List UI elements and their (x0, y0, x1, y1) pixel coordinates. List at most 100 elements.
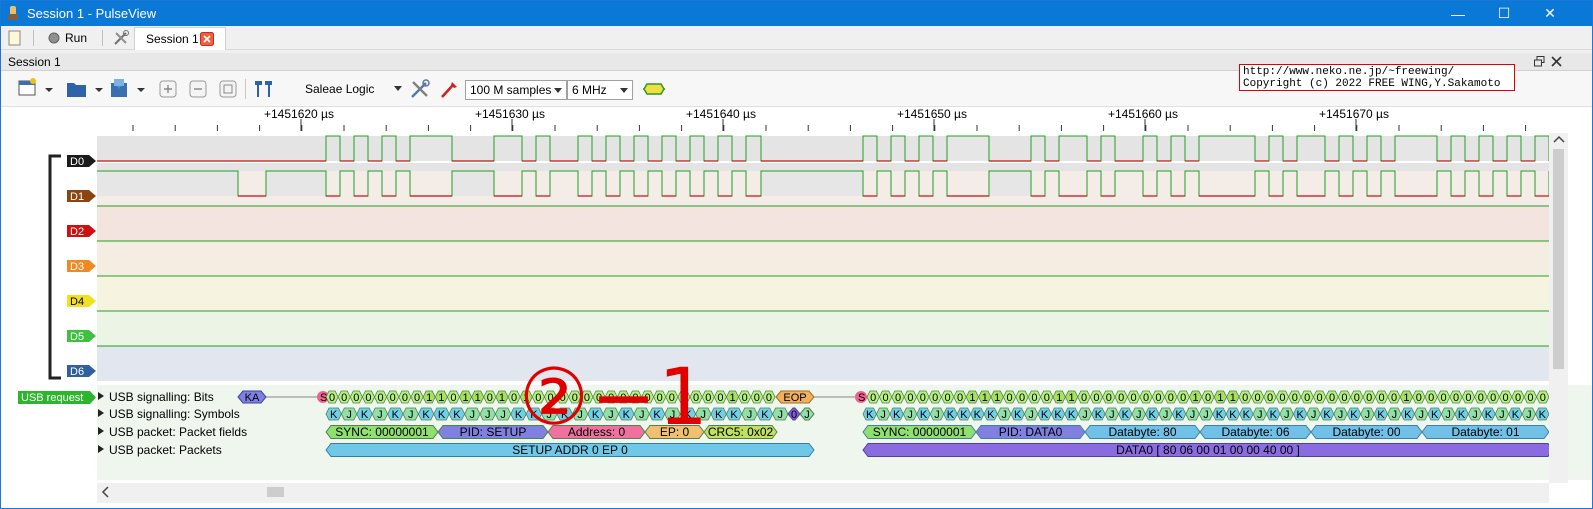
bit-cell-text: 0 (341, 392, 347, 404)
settings-tools-button[interactable] (112, 28, 130, 48)
symbol-cell-text: K (1041, 409, 1049, 421)
symbol-cell-text: K (920, 409, 928, 421)
high-fill (761, 171, 863, 196)
channel-label-text: D6 (70, 366, 84, 378)
symbol-cell-text: J (880, 409, 886, 421)
sample-count-select[interactable]: 100 M samples (465, 80, 567, 100)
symbol-cell-text: J (907, 409, 913, 421)
add-decoder-button[interactable] (641, 77, 667, 101)
bit-cell-text: 0 (1044, 392, 1050, 404)
symbol-cell-text: J (1284, 409, 1290, 421)
zoom-fit-button[interactable] (217, 77, 239, 101)
packet-field-text: Databyte: 00 (1332, 425, 1400, 439)
bit-cell-text: 1 (994, 392, 1000, 404)
title-bar: Session 1 - PulseView — ☐ ✕ (1, 1, 1592, 26)
channel-band (97, 206, 1549, 241)
zoom-in-icon (159, 80, 177, 98)
bit-cell-text: 0 (717, 392, 723, 404)
run-button[interactable]: Run (47, 28, 87, 48)
save-file-button[interactable] (105, 77, 147, 101)
symbol-cell-text: K (422, 409, 430, 421)
symbol-cell-text: K (361, 409, 369, 421)
channel-band (97, 311, 1549, 346)
bit-cell-text: 0 (1515, 392, 1521, 404)
device-config-button[interactable] (407, 77, 433, 101)
annotation-label: ②−1 (519, 353, 710, 443)
packet-field-text: Databyte: 06 (1221, 425, 1289, 439)
channel-label-d3[interactable]: D3 (67, 260, 96, 273)
packet-field-text: SYNC: 00000001 (335, 425, 429, 439)
device-selector[interactable]: Saleae Logic (305, 77, 405, 101)
sample-rate-select[interactable]: 6 MHz (567, 80, 633, 100)
bit-cell-text: 0 (1540, 392, 1546, 404)
bit-cell-text: 0 (1478, 392, 1484, 404)
symbol-cell-text: J (778, 409, 784, 421)
bit-cell-text: 0 (1441, 392, 1447, 404)
symbol-cell-text: K (960, 409, 968, 421)
decoder-row-label: USB signalling: Symbols (109, 407, 240, 421)
symbol-cell-text: K (1229, 409, 1237, 421)
zoom-out-button[interactable] (187, 77, 209, 101)
bit-cell-text: 0 (1366, 392, 1372, 404)
probe-config-button[interactable] (437, 77, 461, 101)
bit-cell-text: 0 (353, 392, 359, 404)
bit-cell-text: 0 (1416, 392, 1422, 404)
close-tab-icon[interactable] (200, 32, 214, 46)
high-fill (266, 171, 326, 196)
symbol-cell-text: K (1350, 409, 1358, 421)
symbol-cell-text: K (1270, 409, 1278, 421)
maximize-button[interactable]: ☐ (1481, 1, 1527, 26)
channel-label-d0[interactable]: D0 (67, 155, 96, 168)
bit-cell-text: 0 (511, 392, 517, 404)
symbol-cell-text: J (1338, 409, 1344, 421)
packet-field-text: PID: DATA0 (999, 425, 1063, 439)
channel-label-d2[interactable]: D2 (67, 225, 96, 238)
zoom-fit-icon (219, 80, 237, 98)
trace-viewport[interactable]: +1451620 µs +1451630 µs +1451640 µs +145165… (1, 107, 1592, 509)
symbol-cell-text: K (866, 409, 874, 421)
bit-cell-text: 0 (1428, 392, 1434, 404)
bit-cell-text: 0 (754, 392, 760, 404)
symbol-cell-text: K (1377, 409, 1385, 421)
close-button[interactable]: ✕ (1527, 1, 1573, 26)
bit-cell-text: 0 (1180, 392, 1186, 404)
new-view-button[interactable] (13, 77, 55, 101)
packet-field-text: Databyte: 01 (1451, 425, 1519, 439)
bit-cell-text: 0 (402, 392, 408, 404)
new-session-button[interactable] (7, 28, 23, 48)
symbol-cell-text: K (330, 409, 338, 421)
channel-label-d5[interactable]: D5 (67, 330, 96, 343)
tab-session-1[interactable]: Session 1 (134, 27, 226, 50)
open-folder-icon (67, 83, 103, 97)
open-file-button[interactable] (63, 77, 105, 101)
symbol-cell-text: K (730, 409, 738, 421)
symbol-cell-text: J (377, 409, 383, 421)
symbol-cell-text: K (1485, 409, 1493, 421)
channel-label-d6[interactable]: D6 (67, 365, 96, 378)
trace-canvas[interactable]: +1451620 µs +1451630 µs +1451640 µs +145165… (1, 107, 1592, 509)
zoom-in-button[interactable] (157, 77, 179, 101)
channel-label-text: D2 (70, 226, 84, 238)
channel-label-d4[interactable]: D4 (67, 295, 96, 308)
minimize-button[interactable]: — (1435, 1, 1481, 26)
channel-label-text: D5 (70, 331, 84, 343)
session-tab-label: Session 1 (146, 32, 199, 46)
new-document-icon (8, 30, 21, 46)
channel-label-d1[interactable]: D1 (67, 190, 96, 203)
symbol-cell-text: K (438, 409, 446, 421)
symbol-cell-text: K (1122, 409, 1130, 421)
bit-cell-text: 0 (378, 392, 384, 404)
symbol-cell-text: J (1001, 409, 1007, 421)
close-dock-icon[interactable] (1551, 56, 1562, 67)
bit-cell-text: 0 (1465, 392, 1471, 404)
packet-field-text: SYNC: 00000001 (873, 425, 967, 439)
channel-group-bracket (48, 154, 61, 380)
ruler-tick-label: +1451630 µs (475, 107, 545, 121)
bit-cell-text: 0 (1292, 392, 1298, 404)
float-dock-icon[interactable] (1534, 56, 1545, 67)
decoder-row-label: USB signalling: Bits (109, 390, 214, 404)
bit-cell-text: 0 (920, 392, 926, 404)
bit-cell-text: 0 (365, 392, 371, 404)
symbol-cell-text: K (1054, 409, 1062, 421)
show-cursors-button[interactable] (251, 77, 277, 101)
